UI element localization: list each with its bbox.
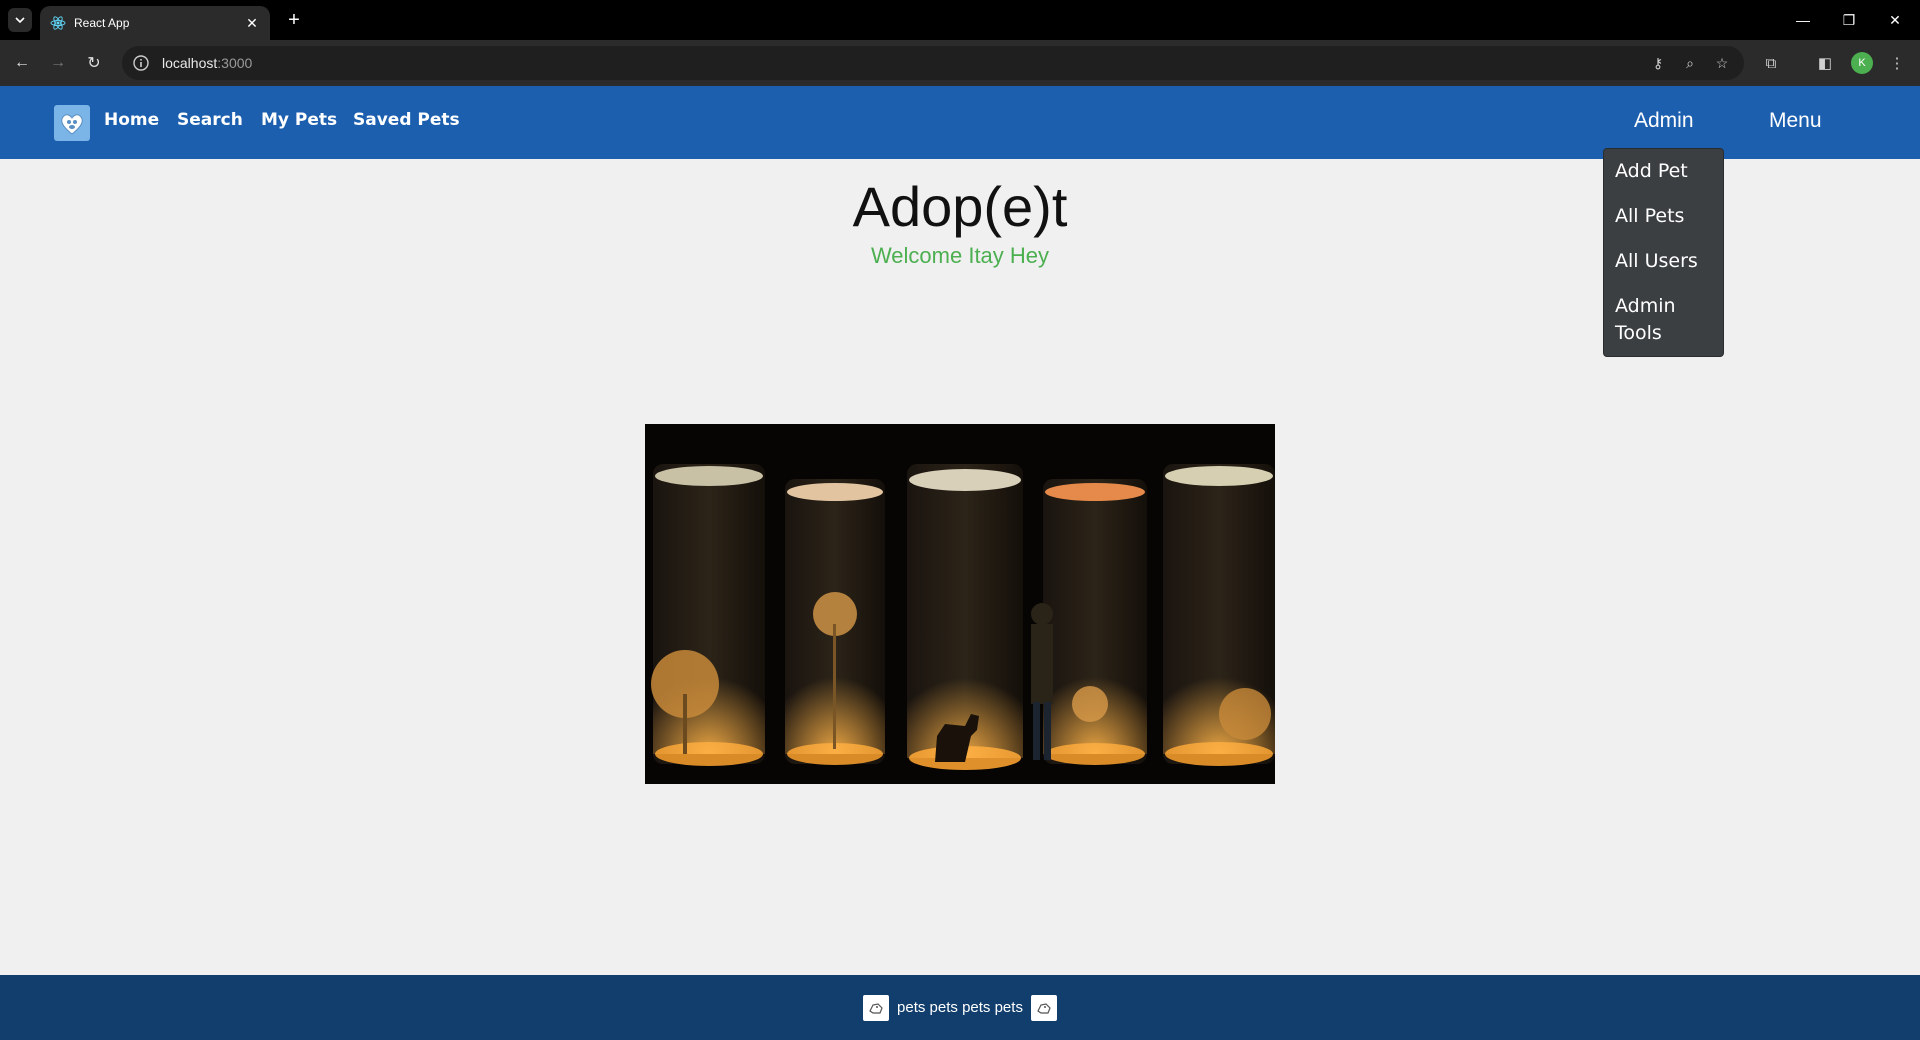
nav-link-saved-pets[interactable]: Saved Pets [353, 110, 460, 130]
browser-tabstrip: React App ✕ + — ❐ ✕ [0, 0, 1920, 40]
browser-toolbar: ← → ↻ localhost:3000 ⚷ ⌕ ☆ ⧉ ◧ K ⋮ [0, 40, 1920, 86]
tab-title: React App [74, 16, 130, 30]
menu-toggle[interactable]: Menu [1769, 109, 1822, 133]
forward-button[interactable]: → [44, 49, 72, 77]
app-logo[interactable] [54, 105, 90, 141]
nav-link-search[interactable]: Search [177, 110, 243, 130]
address-bar[interactable]: localhost:3000 [122, 46, 1744, 80]
tab-close-icon[interactable]: ✕ [242, 13, 262, 33]
chevron-down-icon [15, 17, 25, 24]
profile-avatar[interactable]: K [1851, 52, 1873, 74]
back-button[interactable]: ← [8, 49, 36, 77]
zoom-icon[interactable]: ⌕ [1680, 53, 1700, 73]
pet-icon [1030, 994, 1057, 1021]
restore-button[interactable]: ❐ [1826, 0, 1872, 40]
dropdown-item-admin-tools[interactable]: Admin Tools [1615, 293, 1715, 347]
close-window-button[interactable]: ✕ [1872, 0, 1918, 40]
react-icon [50, 16, 66, 30]
bookmark-star-icon[interactable]: ☆ [1712, 53, 1732, 73]
welcome-message: Welcome Itay Hey [870, 243, 1050, 268]
nav-link-home[interactable]: Home [104, 110, 159, 130]
minimize-button[interactable]: — [1780, 0, 1826, 40]
footer: pets pets pets pets [0, 975, 1920, 1040]
extensions-icon[interactable]: ⧉ [1760, 52, 1782, 74]
info-icon[interactable] [132, 54, 150, 72]
pet-icon [863, 994, 890, 1021]
page-title: Adop(e)t [852, 175, 1068, 238]
new-tab-button[interactable]: + [282, 8, 306, 32]
hero-illustration [645, 424, 1275, 784]
nav-link-my-pets[interactable]: My Pets [261, 110, 337, 130]
tab-search-button[interactable] [8, 8, 32, 32]
reload-button[interactable]: ↻ [80, 49, 108, 77]
pet-heart-logo-icon [61, 114, 83, 135]
more-menu-icon[interactable]: ⋮ [1886, 52, 1908, 74]
url-host: localhost [162, 55, 218, 71]
hero-image [645, 424, 1275, 784]
admin-menu-toggle[interactable]: Admin [1634, 109, 1694, 133]
url-port: :3000 [217, 55, 253, 71]
footer-text: pets pets pets pets [897, 999, 1023, 1016]
browser-tab[interactable]: React App ✕ [40, 6, 270, 40]
side-panel-icon[interactable]: ◧ [1814, 52, 1836, 74]
key-icon[interactable]: ⚷ [1648, 53, 1668, 73]
